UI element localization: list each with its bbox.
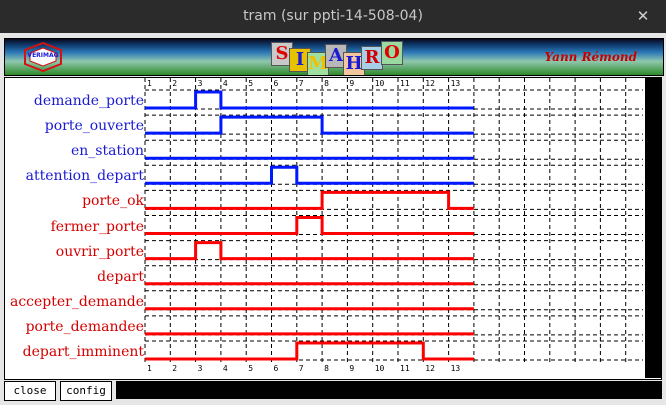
step-number-bottom: 1 <box>147 364 152 373</box>
step-number-bottom: 7 <box>299 364 304 373</box>
step-number-top: 5 <box>248 79 253 88</box>
step-number-top: 11 <box>400 79 410 88</box>
step-number-bottom: 10 <box>375 364 385 373</box>
step-number-bottom: 6 <box>274 364 279 373</box>
status-bar <box>116 381 662 399</box>
step-number-top: 2 <box>172 79 177 88</box>
step-number-top: 10 <box>375 79 385 88</box>
step-number-bottom: 5 <box>248 364 253 373</box>
signal-trace-depart_imminent <box>145 341 474 361</box>
step-number-top: 4 <box>223 79 228 88</box>
signal-trace-porte_ok <box>145 190 474 210</box>
vertical-scrollbar[interactable] <box>645 78 662 378</box>
step-number-top: 1 <box>147 79 152 88</box>
step-number-bottom: 4 <box>223 364 228 373</box>
step-number-top: 6 <box>274 79 279 88</box>
step-number-bottom: 11 <box>400 364 410 373</box>
step-number-top: 3 <box>198 79 203 88</box>
step-number-top: 7 <box>299 79 304 88</box>
step-number-top: 12 <box>425 79 435 88</box>
config-button[interactable]: config <box>60 381 112 401</box>
step-number-top: 13 <box>451 79 461 88</box>
signal-trace-porte_ouverte <box>145 115 474 135</box>
signal-trace-attention_depart <box>145 165 474 185</box>
step-number-bottom: 8 <box>324 364 329 373</box>
step-number-bottom: 13 <box>451 364 461 373</box>
step-number-bottom: 3 <box>198 364 203 373</box>
signal-trace-fermer_porte <box>145 216 474 235</box>
chronogram-chart: 1122334455667788991010111112121313 <box>144 78 643 373</box>
step-number-bottom: 9 <box>349 364 354 373</box>
signal-trace-ouvrir_porte <box>145 241 474 261</box>
close-button[interactable]: close <box>4 381 56 401</box>
signal-trace-demande_porte <box>145 90 474 110</box>
step-number-bottom: 2 <box>172 364 177 373</box>
step-number-bottom: 12 <box>425 364 435 373</box>
step-number-top: 8 <box>324 79 329 88</box>
step-number-top: 9 <box>349 79 354 88</box>
